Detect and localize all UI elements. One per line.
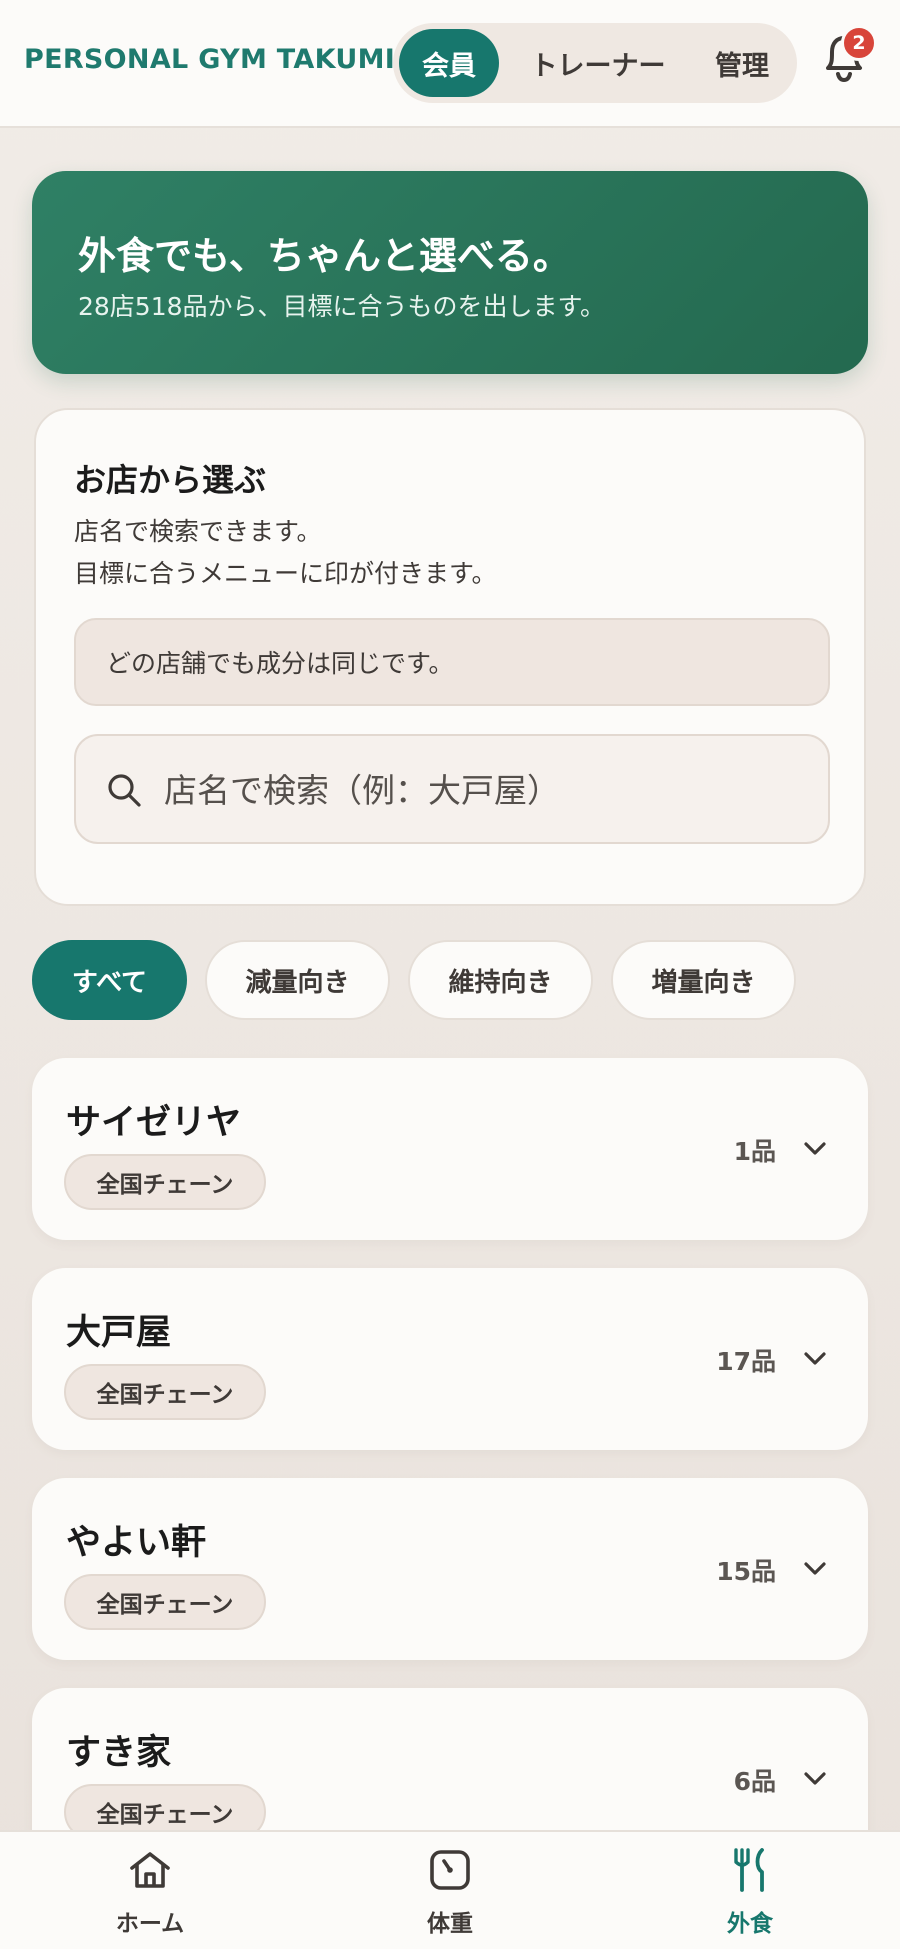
store-menu-count: 6品 [733,1767,776,1796]
filter-all[interactable]: すべて [32,940,187,1020]
tab-member[interactable]: 会員 [399,29,499,97]
chevron-down-icon[interactable] [802,1556,828,1582]
store-tag: 全国チェーン [64,1364,266,1420]
filter-bulk[interactable]: 増量向き [611,940,796,1020]
nutrition-notice: どの店舗でも成分は同じです。 [74,618,830,706]
store-picker-title: お店から選ぶ [74,461,267,499]
store-item-ootoya[interactable]: 大戸屋 全国チェーン 17品 [32,1268,868,1450]
store-item-yayoiken[interactable]: やよい軒 全国チェーン 15品 [32,1478,868,1660]
store-menu-count: 1品 [733,1137,776,1166]
scale-icon [430,1850,470,1890]
bottom-nav: ホーム 体重 外食 [0,1830,900,1949]
nav-dining-out-label: 外食 [727,1911,773,1937]
nav-weight[interactable]: 体重 [300,1832,600,1949]
store-menu-count: 17品 [716,1347,776,1376]
store-name: やよい軒 [66,1523,207,1563]
home-icon [130,1852,170,1888]
nav-home[interactable]: ホーム [0,1832,300,1949]
search-box[interactable] [74,734,830,844]
store-name: サイゼリヤ [66,1103,242,1143]
store-item-saizeriya[interactable]: サイゼリヤ 全国チェーン 1品 [32,1058,868,1240]
hero-subtitle: 28店518品から、目標に合うものを出します。 [78,292,606,321]
nav-home-label: ホーム [115,1911,185,1937]
role-switcher: 会員 トレーナー 管理 [393,23,797,103]
store-tag: 全国チェーン [64,1154,266,1210]
store-picker-card: お店から選ぶ 店名で検索できます。 目標に合うメニューに印が付きます。 どの店舗… [34,408,866,906]
fork-knife-icon [734,1848,764,1892]
store-menu-count: 15品 [716,1557,776,1586]
chevron-down-icon[interactable] [802,1346,828,1372]
filter-cut[interactable]: 減量向き [205,940,390,1020]
store-picker-description: 店名で検索できます。 [74,517,322,546]
brand-logo[interactable]: PERSONAL GYM TAKUMI [24,44,395,75]
notification-badge: 2 [841,25,877,61]
hero-title: 外食でも、ちゃんと選べる。 [78,234,571,278]
store-search-input[interactable] [164,758,804,822]
tab-trainer[interactable]: トレーナー [509,29,687,97]
search-icon [108,774,141,807]
app-header: PERSONAL GYM TAKUMI 会員 トレーナー 管理 2 [0,0,900,128]
store-name: 大戸屋 [66,1313,172,1353]
chevron-down-icon[interactable] [802,1766,828,1792]
tab-admin[interactable]: 管理 [693,29,791,97]
store-tag: 全国チェーン [64,1574,266,1630]
store-name: すき家 [66,1733,172,1773]
chevron-down-icon[interactable] [802,1136,828,1162]
store-picker-description-2: 目標に合うメニューに印が付きます。 [74,559,497,588]
hero-banner: 外食でも、ちゃんと選べる。 28店518品から、目標に合うものを出します。 [32,171,868,374]
nav-dining-out[interactable]: 外食 [600,1832,900,1949]
nav-weight-label: 体重 [427,1911,473,1937]
filter-maintain[interactable]: 維持向き [408,940,593,1020]
